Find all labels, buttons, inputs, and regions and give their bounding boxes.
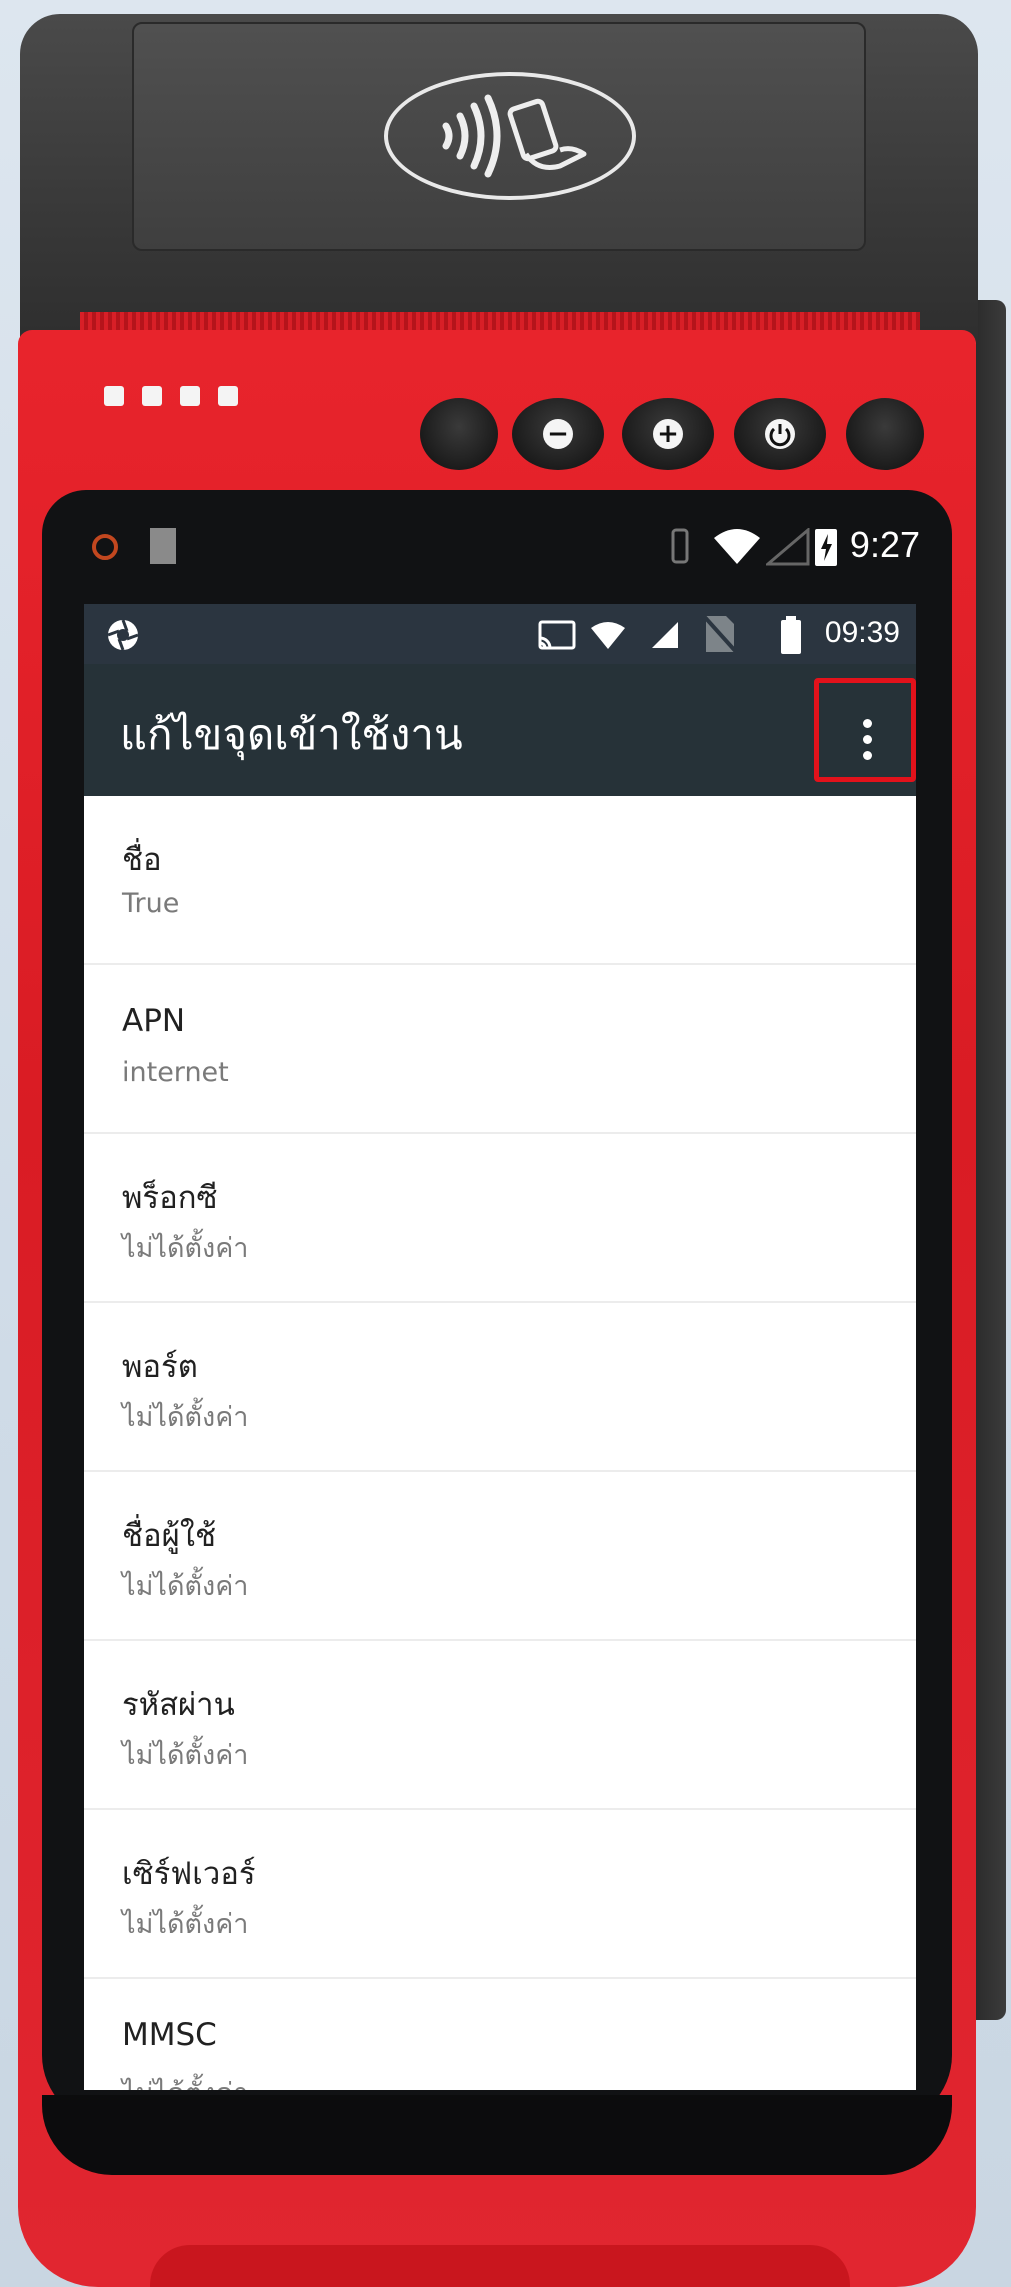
field-value: ไม่ได้ตั้งค่า: [122, 1740, 249, 1771]
signal-icon: [766, 528, 810, 566]
field-value: internet: [122, 1057, 229, 1088]
hardware-button-left[interactable]: [420, 398, 498, 470]
wifi-icon: [714, 529, 760, 564]
field-label: ชื่อผู้ใช้: [122, 1518, 216, 1554]
led-indicator: [218, 386, 238, 406]
notification-icon: [92, 534, 118, 560]
page-title: แก้ไขจุดเข้าใช้งาน: [120, 710, 463, 759]
minus-icon: −: [543, 419, 573, 449]
apn-field-server[interactable]: เซิร์ฟเวอร์ ไม่ได้ตั้งค่า: [84, 1810, 916, 1979]
field-value: ไม่ได้ตั้งค่า: [122, 2071, 248, 2090]
more-options-button[interactable]: [814, 678, 916, 782]
field-value: ไม่ได้ตั้งค่า: [122, 1571, 249, 1602]
no-sim-icon: [700, 612, 740, 656]
field-value: ไม่ได้ตั้งค่า: [122, 1233, 249, 1264]
field-label: MMSC: [122, 2017, 217, 2053]
apn-field-mmsc[interactable]: MMSC ไม่ได้ตั้งค่า: [84, 1979, 916, 2090]
inner-status-bar: 09:39: [84, 604, 916, 664]
outer-status-bar: 9:27: [82, 522, 920, 572]
signal-icon: [652, 622, 678, 648]
plus-icon: +: [653, 419, 683, 449]
apn-field-proxy[interactable]: พร็อกซี ไม่ได้ตั้งค่า: [84, 1134, 916, 1303]
field-label: รหัสผ่าน: [122, 1687, 235, 1723]
field-value: ไม่ได้ตั้งค่า: [122, 1402, 249, 1433]
power-icon: [765, 419, 795, 449]
battery-charging-icon: [815, 529, 837, 566]
apn-field-apn[interactable]: APN internet: [84, 965, 916, 1134]
volume-down-button[interactable]: −: [512, 398, 604, 470]
app-screen: 09:39 แก้ไขจุดเข้าใช้งาน ชื่อ True APN i…: [84, 604, 916, 2090]
cast-icon: [538, 620, 576, 650]
outer-clock: 9:27: [849, 524, 920, 565]
field-label: เซิร์ฟเวอร์: [122, 1856, 256, 1892]
field-label: พอร์ต: [122, 1349, 198, 1385]
device-side-rail: [976, 300, 1006, 2020]
nfc-waves-icon: [442, 94, 587, 178]
status-leds: [104, 386, 238, 406]
field-label: ชื่อ: [122, 842, 162, 878]
field-label: พร็อกซี: [122, 1180, 218, 1216]
vibrate-icon: [671, 528, 689, 564]
sim-notification-icon: [150, 528, 176, 564]
field-value: ไม่ได้ตั้งค่า: [122, 1909, 249, 1940]
apn-field-name[interactable]: ชื่อ True: [84, 796, 916, 965]
battery-icon: [781, 616, 801, 654]
led-indicator: [180, 386, 200, 406]
apn-field-port[interactable]: พอร์ต ไม่ได้ตั้งค่า: [84, 1303, 916, 1472]
power-button[interactable]: [734, 398, 826, 470]
field-label: APN: [122, 1003, 186, 1039]
hardware-button-right[interactable]: [846, 398, 924, 470]
wifi-icon: [591, 622, 625, 649]
contactless-payment-icon: [384, 72, 636, 200]
field-value: True: [122, 888, 180, 919]
receipt-printer-head: [20, 14, 978, 344]
volume-up-button[interactable]: +: [622, 398, 714, 470]
led-indicator: [142, 386, 162, 406]
apn-field-username[interactable]: ชื่อผู้ใช้ ไม่ได้ตั้งค่า: [84, 1472, 916, 1641]
screen-bezel-bottom: [42, 2095, 952, 2175]
device-bottom-lip: [150, 2245, 850, 2287]
printer-lid: [132, 22, 866, 251]
apn-field-password[interactable]: รหัสผ่าน ไม่ได้ตั้งค่า: [84, 1641, 916, 1810]
aperture-icon: [107, 619, 139, 651]
inner-clock: 09:39: [824, 616, 900, 649]
app-bar: แก้ไขจุดเข้าใช้งาน: [84, 664, 916, 796]
led-indicator: [104, 386, 124, 406]
apn-settings-list: ชื่อ True APN internet พร็อกซี ไม่ได้ตั้…: [84, 796, 916, 2090]
